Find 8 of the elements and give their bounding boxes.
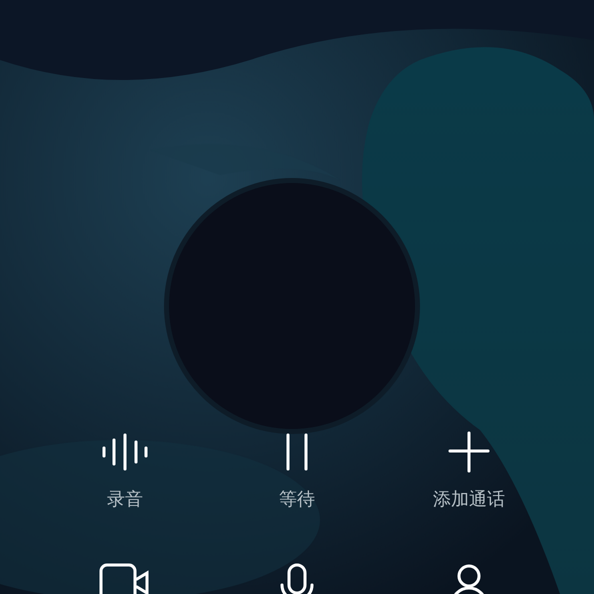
call-action-button[interactable]: 录音 (39, 431, 211, 511)
microphone-icon (279, 563, 315, 594)
plus-icon (448, 431, 490, 473)
call-action-button[interactable]: 等待 (211, 431, 383, 511)
pause-icon (284, 433, 310, 471)
sound-wave-icon (101, 433, 149, 471)
video-camera-icon (99, 563, 151, 594)
call-action-button[interactable]: 添加通话 (383, 431, 555, 511)
